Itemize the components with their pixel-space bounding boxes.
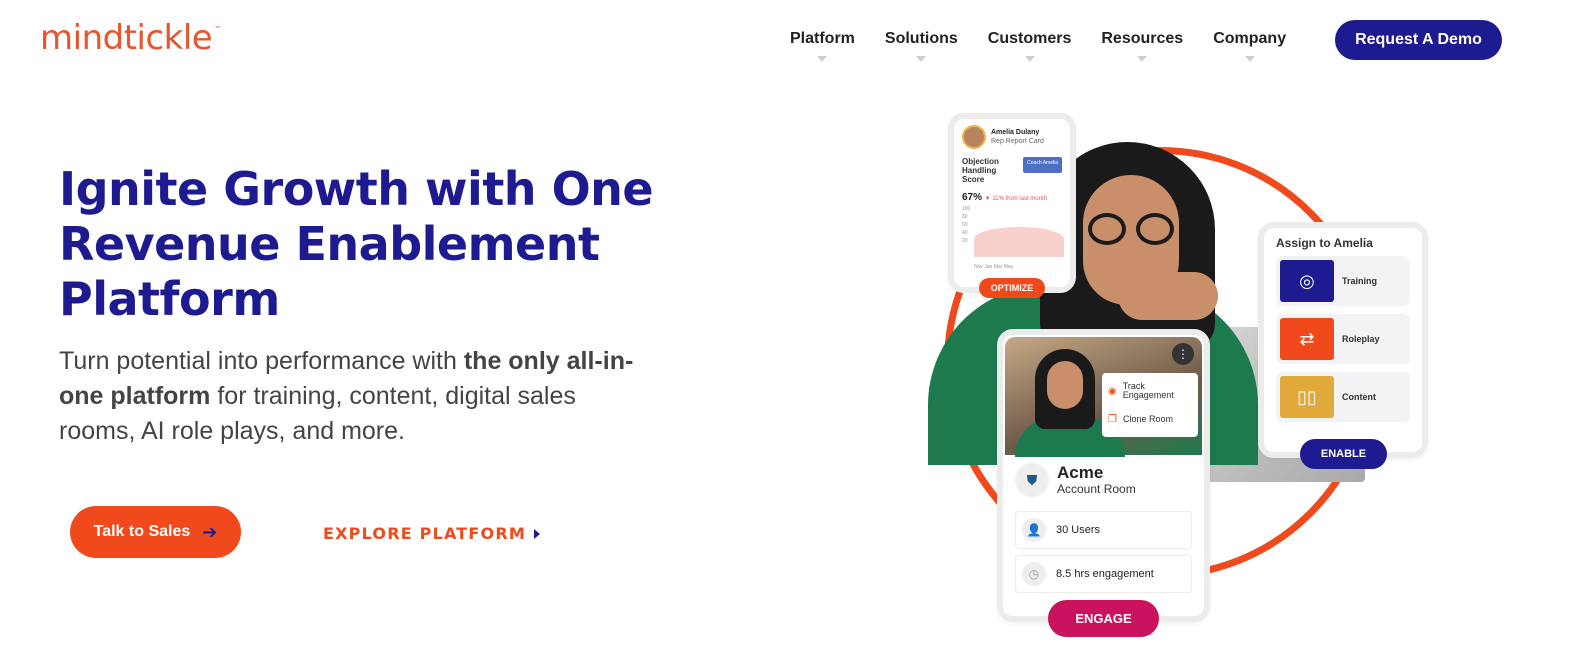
assign-title: Assign to Amelia [1276, 236, 1373, 250]
nav-company[interactable]: Company [1213, 30, 1287, 62]
link-label: EXPLORE PLATFORM [323, 524, 526, 543]
account-type: Account Room [1057, 482, 1136, 496]
nav-label: Company [1213, 30, 1287, 47]
assign-card: Assign to Amelia ◎ Training ⇄ Roleplay ▯… [1258, 222, 1428, 458]
caret-right-icon [534, 528, 540, 539]
coach-button[interactable]: Coach Amelia [1023, 157, 1062, 173]
people-swap-icon: ⇄ [1280, 318, 1334, 360]
avatar [962, 125, 986, 149]
book-icon: ▯▯ [1280, 376, 1334, 418]
option-label: Content [1342, 392, 1376, 402]
room-menu: ◉ Track Engagement ❐ Clone Room [1102, 373, 1198, 437]
copy-icon: ❐ [1108, 413, 1117, 425]
hero-title: Ignite Growth with One Revenue Enablemen… [59, 162, 654, 326]
button-label: Talk to Sales [93, 523, 191, 540]
logo-text: mindtickle [40, 18, 213, 58]
caret-down-icon [1024, 56, 1035, 62]
nav-solutions[interactable]: Solutions [884, 30, 958, 62]
request-demo-button[interactable]: Request A Demo [1335, 20, 1502, 60]
menu-label: Track Engagement [1122, 381, 1174, 400]
account-name: Acme [1057, 463, 1104, 482]
caret-down-icon [1244, 56, 1255, 62]
track-icon: ◉ [1108, 385, 1117, 397]
caret-down-icon [1137, 56, 1148, 62]
nav-label: Platform [790, 30, 855, 47]
engage-button[interactable]: ENGAGE [1048, 600, 1159, 637]
y-axis-ticks: 100 80 60 40 20 [962, 206, 971, 244]
user-icon: 👤 [1022, 518, 1046, 542]
talk-to-sales-button[interactable]: Talk to Sales ➔ [70, 506, 241, 558]
room-photo: ⋮ ◉ Track Engagement ❐ Clone Room [1005, 337, 1202, 457]
stat-label: 8.5 hrs engagement [1056, 568, 1154, 580]
clock-icon: ◷ [1022, 562, 1046, 586]
arrow-right-icon: ➔ [202, 521, 218, 542]
main-nav: Platform Solutions Customers Resources C… [790, 30, 1316, 62]
menu-item-clone-room[interactable]: ❐ Clone Room [1108, 405, 1192, 433]
trademark-mark: ™ [214, 25, 222, 33]
metric-label: Objection Handling Score [962, 157, 999, 184]
nav-resources[interactable]: Resources [1101, 30, 1184, 62]
rep-card-subtitle: Rep Report Card [991, 138, 1044, 145]
score-value: 67% [962, 192, 983, 203]
x-axis-ticks: Nov Jan Mar May [974, 264, 1014, 270]
assign-option-roleplay[interactable]: ⇄ Roleplay [1276, 314, 1410, 364]
more-options-icon[interactable]: ⋮ [1172, 343, 1194, 365]
target-icon: ◎ [1280, 260, 1334, 302]
trend-text: ▼ 11% from last month [984, 196, 1047, 202]
enable-button[interactable]: ENABLE [1300, 439, 1387, 469]
person-hand [1118, 272, 1218, 320]
subtitle-text: Turn potential into performance with [59, 347, 464, 375]
option-label: Roleplay [1342, 334, 1380, 344]
assign-option-content[interactable]: ▯▯ Content [1276, 372, 1410, 422]
menu-label: Clone Room [1122, 413, 1173, 424]
hero-subtitle: Turn potential into performance with the… [59, 344, 659, 449]
nav-platform[interactable]: Platform [790, 30, 855, 62]
option-label: Training [1342, 276, 1378, 286]
photo-person-face [1047, 361, 1083, 409]
nav-customers[interactable]: Customers [987, 30, 1072, 62]
nav-label: Customers [987, 30, 1072, 47]
stat-users: 👤 30 Users [1015, 511, 1192, 549]
glasses-decoration [1088, 213, 1178, 247]
nav-label: Resources [1101, 30, 1184, 47]
rep-report-card: Amelia Dulany Rep Report Card Objection H… [948, 113, 1076, 293]
trend-area-chart [974, 227, 1064, 257]
caret-down-icon [817, 56, 828, 62]
caret-down-icon [916, 56, 927, 62]
explore-platform-link[interactable]: EXPLORE PLATFORM [323, 524, 540, 543]
account-room-card: ⋮ ◉ Track Engagement ❐ Clone Room ⛊ Acme A… [997, 329, 1210, 622]
optimize-button[interactable]: OPTIMIZE [979, 278, 1045, 298]
stat-engagement: ◷ 8.5 hrs engagement [1015, 555, 1192, 593]
nav-label: Solutions [884, 30, 958, 47]
shield-icon: ⛊ [1015, 463, 1049, 497]
mindtickle-logo[interactable]: mindtickle ™ [40, 18, 221, 58]
menu-item-track-engagement[interactable]: ◉ Track Engagement [1108, 377, 1192, 405]
rep-name: Amelia Dulany [991, 129, 1040, 136]
stat-label: 30 Users [1056, 524, 1101, 536]
assign-option-training[interactable]: ◎ Training [1276, 256, 1410, 306]
